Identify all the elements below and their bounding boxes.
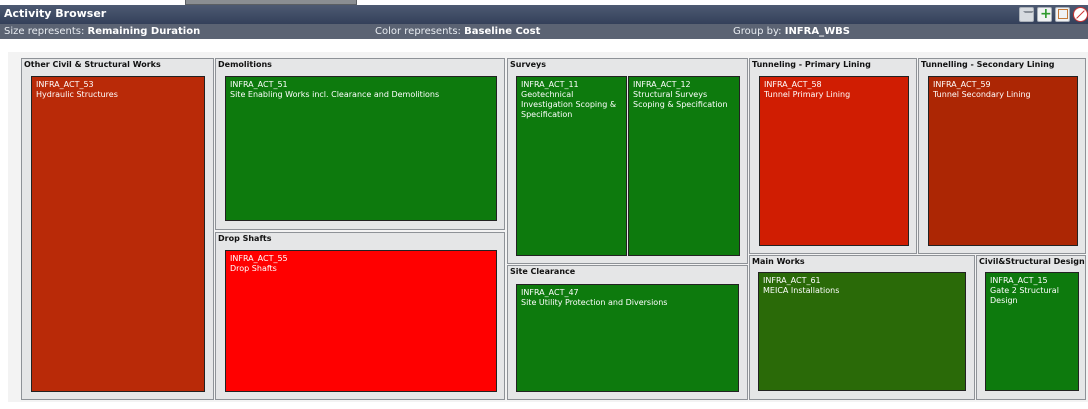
size-label: Size represents:	[4, 26, 85, 37]
group-site-clearance: Site Clearance INFRA_ACT_47 Site Utility…	[507, 265, 748, 400]
tile-name: Gate 2 Structural Design	[990, 286, 1059, 305]
tile-name: Structural Surveys Scoping & Specificati…	[633, 90, 728, 109]
tile-id: INFRA_ACT_58	[764, 80, 822, 89]
window-title: Activity Browser	[4, 7, 107, 20]
group-demolitions: Demolitions INFRA_ACT_51 Site Enabling W…	[215, 58, 505, 230]
group-main-works: Main Works INFRA_ACT_61 MEICA Installati…	[749, 255, 975, 400]
tile-name: Hydraulic Structures	[36, 90, 118, 99]
tile-name: MEICA Installations	[763, 286, 840, 295]
group-tunneling-primary: Tunneling - Primary Lining INFRA_ACT_58 …	[749, 58, 917, 254]
tile-id: INFRA_ACT_53	[36, 80, 94, 89]
tile-infra-act-51[interactable]: INFRA_ACT_51 Site Enabling Works incl. C…	[225, 76, 497, 221]
tile-infra-act-59[interactable]: INFRA_ACT_59 Tunnel Secondary Lining	[928, 76, 1078, 246]
color-legend: Color represents: Baseline Cost	[375, 26, 540, 37]
group-other-civil: Other Civil & Structural Works INFRA_ACT…	[21, 58, 214, 400]
group-legend: Group by: INFRA_WBS	[733, 26, 850, 37]
filter-icon[interactable]	[1019, 7, 1034, 22]
tile-name: Site Enabling Works incl. Clearance and …	[230, 90, 440, 99]
group-tunnelling-secondary: Tunnelling - Secondary Lining INFRA_ACT_…	[918, 58, 1086, 254]
group-title: Drop Shafts	[218, 234, 272, 243]
group-value: INFRA_WBS	[784, 26, 850, 37]
tile-name: Site Utility Protection and Diversions	[521, 298, 668, 307]
group-surveys: Surveys INFRA_ACT_11 Geotechnical Invest…	[507, 58, 748, 264]
tile-name: Geotechnical Investigation Scoping & Spe…	[521, 90, 617, 119]
tile-infra-act-61[interactable]: INFRA_ACT_61 MEICA Installations	[758, 272, 966, 391]
title-bar: Activity Browser +	[0, 5, 1088, 24]
group-title: Tunnelling - Secondary Lining	[921, 60, 1055, 69]
tile-id: INFRA_ACT_15	[990, 276, 1048, 285]
tile-infra-act-12[interactable]: INFRA_ACT_12 Structural Surveys Scoping …	[628, 76, 740, 256]
tile-infra-act-58[interactable]: INFRA_ACT_58 Tunnel Primary Lining	[759, 76, 909, 246]
tile-name: Drop Shafts	[230, 264, 277, 273]
color-value: Baseline Cost	[464, 26, 541, 37]
tile-id: INFRA_ACT_51	[230, 80, 288, 89]
tile-id: INFRA_ACT_55	[230, 254, 288, 263]
tile-infra-act-15[interactable]: INFRA_ACT_15 Gate 2 Structural Design	[985, 272, 1079, 391]
tile-infra-act-11[interactable]: INFRA_ACT_11 Geotechnical Investigation …	[516, 76, 627, 256]
size-value: Remaining Duration	[87, 26, 201, 37]
tile-id: INFRA_ACT_47	[521, 288, 579, 297]
group-civil-structural-design: Civil&Structural Design INFRA_ACT_15 Gat…	[976, 255, 1086, 400]
tile-infra-act-55[interactable]: INFRA_ACT_55 Drop Shafts	[225, 250, 497, 392]
close-icon[interactable]	[1073, 7, 1088, 22]
size-legend: Size represents: Remaining Duration	[4, 26, 200, 37]
info-bar: Size represents: Remaining Duration Colo…	[0, 24, 1088, 39]
copy-icon[interactable]	[1055, 7, 1070, 22]
tile-name: Tunnel Secondary Lining	[933, 90, 1031, 99]
add-icon[interactable]: +	[1037, 6, 1052, 22]
tile-id: INFRA_ACT_11	[521, 80, 579, 89]
group-title: Site Clearance	[510, 267, 576, 276]
color-label: Color represents:	[375, 26, 461, 37]
tile-id: INFRA_ACT_61	[763, 276, 821, 285]
group-title: Main Works	[752, 257, 805, 266]
group-label: Group by:	[733, 26, 782, 37]
tile-id: INFRA_ACT_59	[933, 80, 991, 89]
tile-name: Tunnel Primary Lining	[764, 90, 851, 99]
group-title: Other Civil & Structural Works	[24, 60, 161, 69]
group-title: Surveys	[510, 60, 547, 69]
group-drop-shafts: Drop Shafts INFRA_ACT_55 Drop Shafts	[215, 232, 505, 400]
treemap-canvas: Other Civil & Structural Works INFRA_ACT…	[8, 52, 1088, 402]
group-title: Civil&Structural Design	[979, 257, 1085, 266]
tile-infra-act-47[interactable]: INFRA_ACT_47 Site Utility Protection and…	[516, 284, 739, 392]
group-title: Tunneling - Primary Lining	[752, 60, 871, 69]
tile-id: INFRA_ACT_12	[633, 80, 691, 89]
tile-infra-act-53[interactable]: INFRA_ACT_53 Hydraulic Structures	[31, 76, 205, 392]
group-title: Demolitions	[218, 60, 272, 69]
